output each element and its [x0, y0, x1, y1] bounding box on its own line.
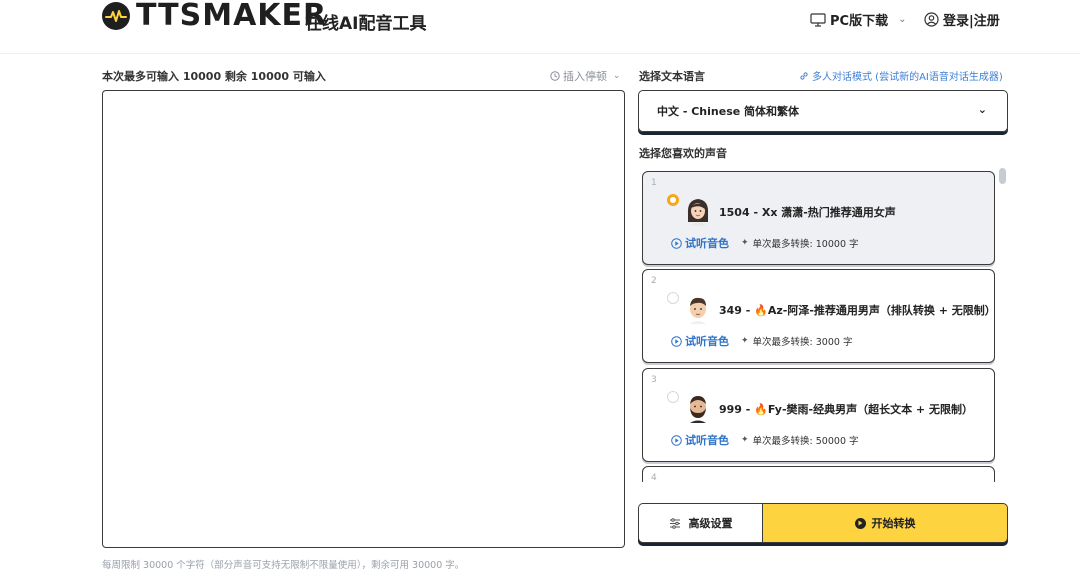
chevron-down-icon: ⌄: [977, 103, 987, 116]
voice-label: 选择您喜欢的声音: [639, 147, 727, 160]
site-tagline: 在线AI配音工具: [305, 14, 427, 34]
advanced-settings-button[interactable]: 高级设置: [638, 503, 762, 543]
preview-voice-button[interactable]: 试听音色: [671, 432, 729, 448]
language-selected-value: 中文 - Chinese 简体和繁体: [657, 105, 800, 118]
sliders-icon: [669, 517, 680, 529]
max-conversion-info: ✦ 单次最多转换: 10000 字: [741, 236, 859, 250]
advanced-settings-label: 高级设置: [688, 517, 733, 530]
weekly-limit-note: 每周限制 30000 个字符（部分声音可支持无限制不限量使用），剩余可用 300…: [102, 560, 465, 571]
play-circle-icon: [671, 335, 682, 347]
sparkle-icon: ✦: [741, 238, 749, 248]
text-input-area[interactable]: [102, 90, 625, 548]
play-circle-icon: [671, 237, 682, 249]
voice-number: 4: [651, 473, 657, 482]
link-icon: [800, 71, 808, 80]
logo-text: TTSMAKER: [136, 0, 328, 33]
voice-number: 3: [651, 375, 657, 385]
multi-speaker-mode-label: 多人对话模式 (尝试新的AI语音对话生成器): [812, 72, 1003, 83]
preview-voice-button[interactable]: 试听音色: [671, 235, 729, 251]
user-icon: [924, 12, 939, 27]
voice-title: 999 - 🔥Fy-樊雨-经典男声（超长文本 + 无限制）: [719, 403, 973, 416]
voice-list[interactable]: 1 1504 - Xx 潇潇-热门推荐通用女声 试听音色 ✦ 单次最多转换: 1…: [638, 166, 1010, 482]
voice-card[interactable]: 4: [642, 466, 995, 482]
multi-speaker-mode-link[interactable]: 多人对话模式 (尝试新的AI语音对话生成器): [799, 68, 1003, 83]
male-avatar-icon: [690, 297, 706, 324]
logo-waveform-icon: [102, 2, 130, 30]
preview-voice-label: 试听音色: [685, 237, 729, 250]
max-conversion-info: ✦ 单次最多转换: 50000 字: [741, 433, 859, 447]
max-conversion-label: 单次最多转换: 3000 字: [752, 337, 853, 348]
start-convert-button[interactable]: 开始转换: [762, 503, 1008, 543]
start-convert-label: 开始转换: [871, 517, 916, 530]
login-label: 登录|注册: [943, 14, 1000, 29]
max-conversion-label: 单次最多转换: 50000 字: [752, 436, 859, 447]
voice-list-scrollbar-thumb[interactable]: [999, 168, 1006, 184]
chevron-down-icon: ⌄: [613, 71, 621, 81]
pc-download-menu[interactable]: PC版下载 ⌄: [810, 10, 906, 29]
insert-pause-label: 插入停顿: [563, 70, 607, 83]
language-label: 选择文本语言: [639, 70, 705, 83]
voice-list-scrollbar[interactable]: [996, 166, 1008, 482]
voice-number: 1: [651, 178, 657, 188]
ttsmaker-logo[interactable]: TTSMAKER: [102, 0, 327, 32]
sparkle-icon: ✦: [741, 435, 749, 445]
voice-title: 1504 - Xx 潇潇-热门推荐通用女声: [719, 206, 896, 219]
voice-card[interactable]: 2 349 - 🔥Az-阿泽-推荐通用男声（排队转换 + 无限制） 试听音色 ✦…: [642, 269, 996, 363]
preview-voice-button[interactable]: 试听音色: [671, 333, 729, 349]
insert-pause-dropdown[interactable]: 插入停顿 ⌄: [550, 68, 621, 84]
language-select[interactable]: 中文 - Chinese 简体和繁体 ⌄: [638, 90, 1008, 132]
max-conversion-info: ✦ 单次最多转换: 3000 字: [741, 334, 852, 348]
female-avatar-icon: [687, 199, 709, 226]
max-conversion-label: 单次最多转换: 10000 字: [752, 239, 859, 250]
chevron-down-icon: ⌄: [898, 14, 907, 25]
voice-radio[interactable]: [667, 391, 679, 403]
bearded-male-avatar-icon: [690, 396, 706, 423]
voice-radio[interactable]: [667, 292, 679, 304]
play-circle-icon: [671, 434, 682, 446]
clock-icon: [550, 71, 560, 81]
voice-card[interactable]: 1 1504 - Xx 潇潇-热门推荐通用女声 试听音色 ✦ 单次最多转换: 1…: [642, 171, 995, 265]
voice-title: 349 - 🔥Az-阿泽-推荐通用男声（排队转换 + 无限制）: [719, 304, 996, 317]
login-register-link[interactable]: 登录|注册: [924, 10, 1000, 29]
input-limit-info: 本次最多可输入 10000 剩余 10000 可输入: [102, 70, 326, 83]
preview-voice-label: 试听音色: [685, 335, 729, 348]
voice-number: 2: [651, 276, 657, 286]
voice-radio[interactable]: [667, 194, 679, 206]
preview-voice-label: 试听音色: [685, 434, 729, 447]
voice-card[interactable]: 3 999 - 🔥Fy-樊雨-经典男声（超长文本 + 无限制） 试听音色 ✦ 单…: [642, 368, 995, 462]
play-icon: [854, 517, 866, 529]
pc-download-label: PC版下载: [830, 14, 889, 29]
top-header: TTSMAKER 在线AI配音工具 PC版下载 ⌄ 登录|注册: [0, 0, 1080, 54]
sparkle-icon: ✦: [741, 336, 749, 346]
monitor-icon: [810, 12, 826, 27]
